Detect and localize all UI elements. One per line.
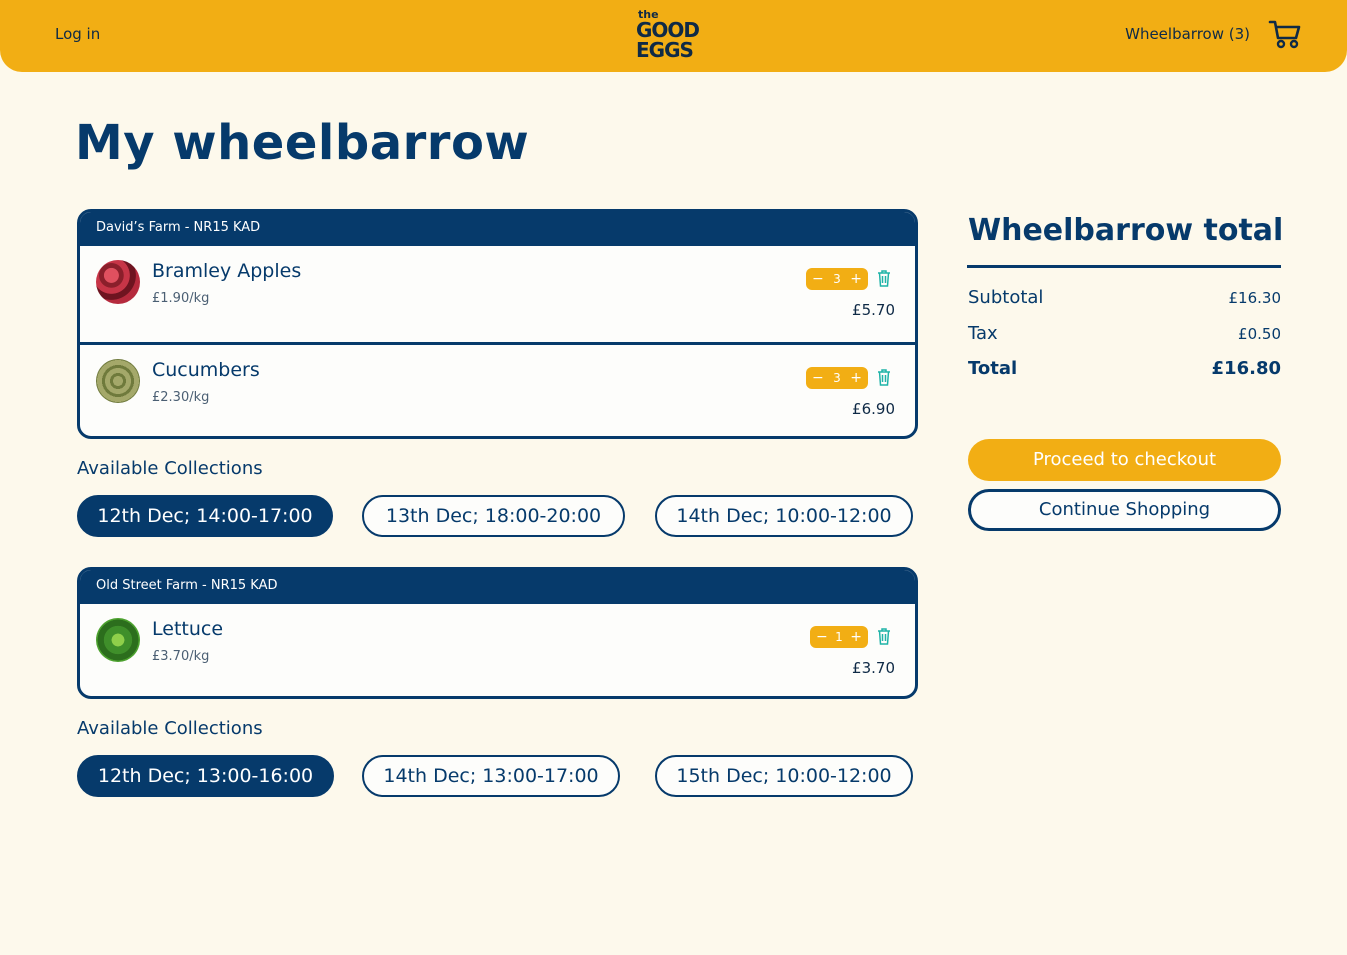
farm-order-card: David’s Farm - NR15 KAD Bramley Apples £… <box>77 209 918 439</box>
good-eggs-logo[interactable]: the GOOD EGGS <box>636 9 716 63</box>
collection-slot[interactable]: 14th Dec; 10:00-12:00 <box>655 495 913 537</box>
collection-slot[interactable]: 15th Dec; 10:00-12:00 <box>655 755 913 797</box>
tax-label: Tax <box>968 323 998 344</box>
page-title: My wheelbarrow <box>75 115 530 171</box>
collections-heading: Available Collections <box>77 458 263 479</box>
subtotal-label: Subtotal <box>968 287 1044 308</box>
trash-icon[interactable] <box>877 628 891 645</box>
cart-item: Bramley Apples £1.90/kg − 3 + £5.70 <box>80 246 915 342</box>
tax-value: £0.50 <box>1238 325 1281 343</box>
item-total: £6.90 <box>852 400 895 418</box>
trash-icon[interactable] <box>877 270 891 287</box>
decrease-button[interactable]: − <box>812 271 824 287</box>
increase-button[interactable]: + <box>850 629 862 645</box>
item-total: £5.70 <box>852 301 895 319</box>
quantity-stepper: − 3 + <box>806 268 868 290</box>
trash-icon[interactable] <box>877 369 891 386</box>
summary-title: Wheelbarrow total <box>968 213 1284 248</box>
continue-shopping-button[interactable]: Continue Shopping <box>968 489 1281 531</box>
quantity-value: 3 <box>833 272 841 286</box>
login-link[interactable]: Log in <box>55 25 100 43</box>
product-thumbnail <box>96 359 140 403</box>
farm-name: Old Street Farm - NR15 KAD <box>80 570 915 604</box>
item-total: £3.70 <box>852 659 895 677</box>
quantity-stepper: − 1 + <box>810 626 868 648</box>
farm-name: David’s Farm - NR15 KAD <box>80 212 915 246</box>
farm-order-card: Old Street Farm - NR15 KAD Lettuce £3.70… <box>77 567 918 699</box>
proceed-to-checkout-button[interactable]: Proceed to checkout <box>968 439 1281 481</box>
cart-item: Cucumbers £2.30/kg − 3 + £6.90 <box>80 342 915 436</box>
total-label: Total <box>968 358 1018 379</box>
collection-slot[interactable]: 12th Dec; 13:00-16:00 <box>77 755 334 797</box>
logo-eggs: EGGS <box>636 38 694 62</box>
product-thumbnail <box>96 260 140 304</box>
item-name: Bramley Apples <box>152 260 302 282</box>
wheelbarrow-cart-icon[interactable] <box>1268 18 1302 50</box>
quantity-value: 1 <box>835 630 843 644</box>
collection-slot[interactable]: 13th Dec; 18:00-20:00 <box>362 495 625 537</box>
subtotal-value: £16.30 <box>1228 289 1282 307</box>
site-header: Log in the GOOD EGGS Wheelbarrow (3) <box>0 0 1347 72</box>
increase-button[interactable]: + <box>850 370 862 386</box>
item-name: Cucumbers <box>152 359 260 381</box>
item-unit-price: £2.30/kg <box>152 390 210 405</box>
item-name: Lettuce <box>152 618 224 640</box>
product-thumbnail <box>96 618 140 662</box>
wheelbarrow-link[interactable]: Wheelbarrow (3) <box>1125 25 1250 43</box>
collections-heading: Available Collections <box>77 718 263 739</box>
total-value: £16.80 <box>1211 358 1281 379</box>
item-unit-price: £3.70/kg <box>152 649 210 664</box>
quantity-value: 3 <box>833 371 841 385</box>
item-unit-price: £1.90/kg <box>152 291 210 306</box>
summary-divider <box>967 265 1281 268</box>
increase-button[interactable]: + <box>850 271 862 287</box>
decrease-button[interactable]: − <box>816 629 828 645</box>
cart-item: Lettuce £3.70/kg − 1 + £3.70 <box>80 604 915 696</box>
decrease-button[interactable]: − <box>812 370 824 386</box>
logo-good: GOOD <box>636 18 700 42</box>
collection-slot[interactable]: 12th Dec; 14:00-17:00 <box>77 495 333 537</box>
quantity-stepper: − 3 + <box>806 367 868 389</box>
collection-slot[interactable]: 14th Dec; 13:00-17:00 <box>362 755 620 797</box>
